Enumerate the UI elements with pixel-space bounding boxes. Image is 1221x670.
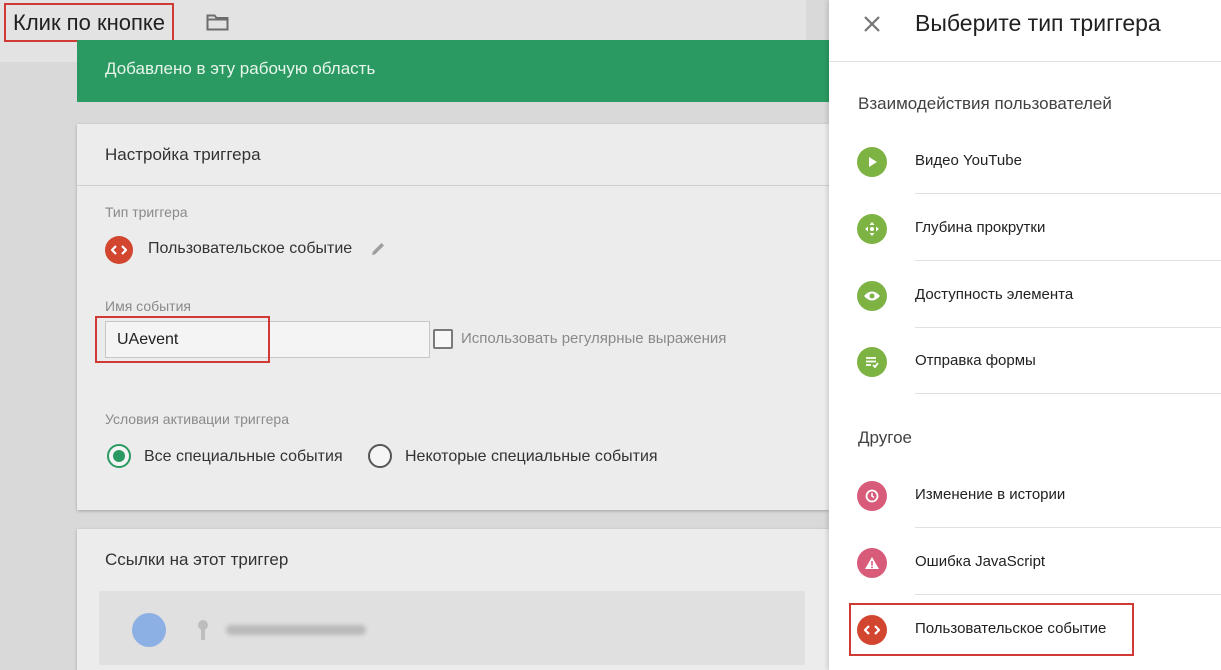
trigger-type-panel: Выберите тип триггера Взаимодействия пол… [829,0,1221,670]
trigger-title-highlight: Клик по кнопке [4,3,174,42]
avatar [132,613,166,647]
event-name-input[interactable] [105,321,430,358]
radio-all-events-label: Все специальные события [144,448,343,465]
trigger-type-label: Тип триггера [105,204,188,220]
regex-checkbox[interactable] [433,329,453,349]
radio-all-events[interactable] [107,444,131,468]
trigger-title[interactable]: Клик по кнопке [13,10,165,36]
regex-label: Использовать регулярные выражения [461,330,727,347]
item-form-submission[interactable]: Отправка формы [829,328,1221,394]
item-label: Изменение в истории [915,486,1066,503]
custom-event-icon [105,236,133,264]
reference-row[interactable] [99,591,805,665]
item-label: Видео YouTube [915,152,1022,169]
move-arrows-icon [857,214,887,244]
activation-label: Условия активации триггера [105,411,289,427]
item-label: Глубина прокрутки [915,219,1046,236]
workspace-banner: Добавлено в эту рабочую область [77,40,829,102]
divider [915,393,1221,394]
panel-title: Выберите тип триггера [915,10,1161,36]
trigger-settings-card: Настройка триггера Тип триггера Пользова… [77,124,829,510]
trigger-type-value: Пользовательское событие [148,240,353,257]
item-element-visibility[interactable]: Доступность элемента [829,262,1221,328]
event-name-label: Имя события [105,298,191,314]
radio-some-events[interactable] [368,444,392,468]
play-icon [857,147,887,177]
divider [915,260,1221,261]
references-header: Ссылки на этот триггер [105,550,289,569]
section-title-interactions: Взаимодействия пользователей [858,94,1112,113]
close-icon[interactable] [860,12,884,36]
section-title-other: Другое [858,428,913,447]
item-history-change[interactable]: Изменение в истории [829,462,1221,528]
tag-icon [198,620,208,640]
divider [915,527,1221,528]
blurred-reference-name [226,625,366,635]
warning-icon [857,548,887,578]
item-label: Доступность элемента [915,286,1074,303]
form-icon [857,347,887,377]
divider [915,193,1221,194]
item-label: Пользовательское событие [915,620,1107,637]
code-icon [857,615,887,645]
pencil-icon[interactable] [369,240,387,258]
settings-header: Настройка триггера [77,124,829,186]
trigger-references-card: Ссылки на этот триггер [77,529,829,670]
item-custom-event[interactable]: Пользовательское событие [829,596,1221,662]
radio-some-events-label: Некоторые специальные события [405,448,658,465]
item-scroll-depth[interactable]: Глубина прокрутки [829,195,1221,261]
eye-icon [857,281,887,311]
item-label: Отправка формы [915,352,1036,369]
panel-header: Выберите тип триггера [829,0,1221,62]
history-icon [857,481,887,511]
item-label: Ошибка JavaScript [915,553,1046,570]
item-javascript-error[interactable]: Ошибка JavaScript [829,529,1221,595]
divider [915,594,1221,595]
folder-icon[interactable] [206,13,229,31]
item-youtube-video[interactable]: Видео YouTube [829,128,1221,194]
